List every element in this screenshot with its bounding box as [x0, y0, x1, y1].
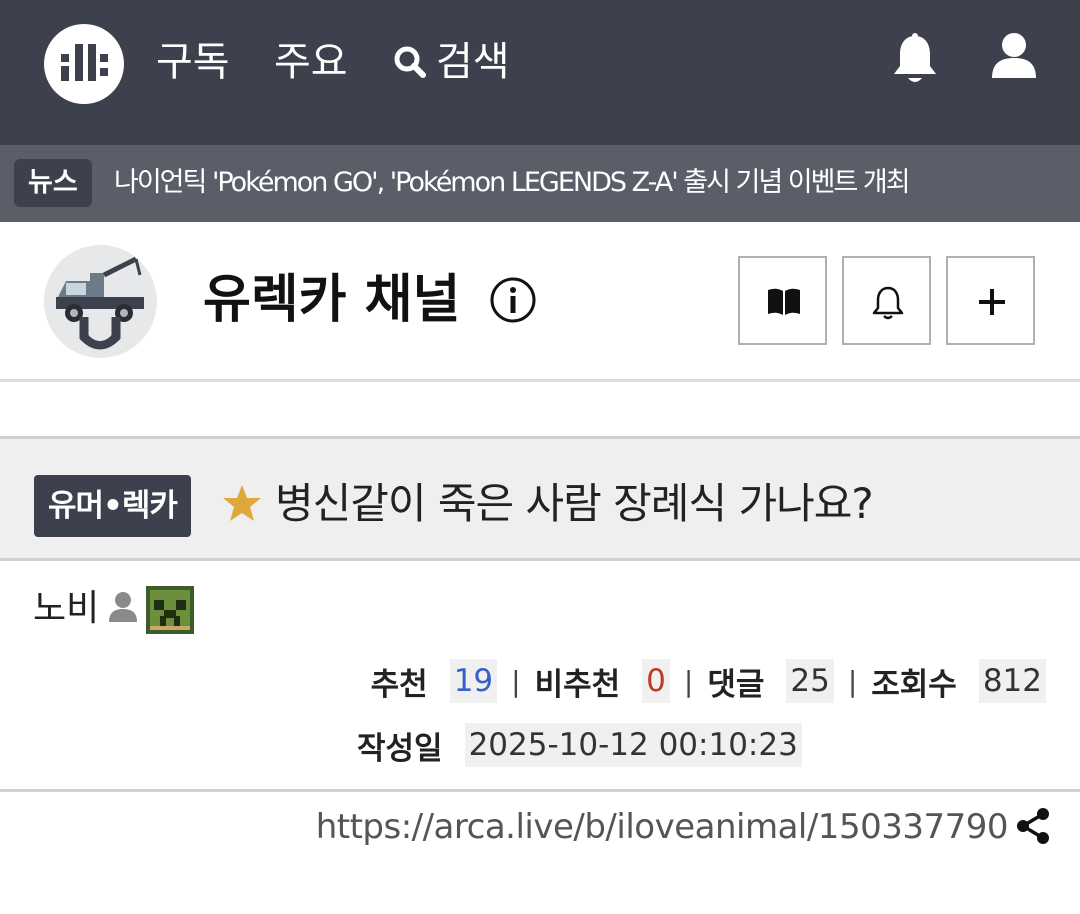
unrecommend-label: 비추천: [534, 666, 621, 703]
stat-separator: |: [683, 664, 694, 698]
info-icon[interactable]: [489, 276, 537, 324]
book-icon: [768, 288, 800, 315]
post-title: 병신같이 죽은 사람 장례식 가나요?: [275, 479, 874, 528]
comments-label: 댓글: [707, 666, 765, 703]
channel-avatar[interactable]: [44, 245, 157, 358]
news-headline[interactable]: 나이언틱 'Pokémon GO', 'Pokémon LEGENDS Z-A'…: [114, 159, 1064, 207]
news-badge: 뉴스: [14, 159, 92, 207]
recommend-count: 19: [449, 659, 498, 703]
views-count: 812: [978, 659, 1046, 703]
channel-name[interactable]: 유렉카 채널: [203, 268, 460, 332]
plus-icon: [979, 289, 1005, 315]
bell-icon[interactable]: [890, 32, 940, 86]
nav-main[interactable]: 주요: [274, 36, 348, 88]
share-icon[interactable]: [1014, 806, 1052, 846]
category-badge[interactable]: 유머•렉카: [34, 475, 191, 537]
top-navigation: 구독 주요 검색: [0, 0, 1080, 145]
nav-search[interactable]: 검색: [390, 36, 510, 88]
site-logo-icon[interactable]: [44, 24, 124, 104]
search-icon: [394, 46, 426, 78]
post-title-bar: 유머•렉카 병신같이 죽은 사람 장례식 가나요?: [0, 436, 1080, 561]
channel-info-button[interactable]: [738, 256, 827, 345]
stat-separator: |: [847, 664, 858, 698]
user-icon[interactable]: [988, 30, 1040, 82]
author-avatar-icon[interactable]: [146, 586, 194, 634]
divider: [0, 789, 1080, 792]
author-name[interactable]: 노비: [33, 586, 99, 632]
unrecommend-count: 0: [642, 659, 670, 703]
post-date: 2025-10-12 00:10:23: [464, 723, 802, 767]
nav-search-label: 검색: [436, 39, 510, 85]
post-date-row: 작성일 2025-10-12 00:10:23: [357, 722, 802, 768]
recommend-label: 추천: [370, 666, 428, 703]
star-icon: [223, 485, 261, 521]
post-url[interactable]: https://arca.live/b/iloveanimal/15033779…: [316, 804, 1009, 850]
channel-subscribe-button[interactable]: [946, 256, 1035, 345]
news-bar: 뉴스 나이언틱 'Pokémon GO', 'Pokémon LEGENDS Z…: [0, 145, 1080, 222]
stat-separator: |: [511, 664, 521, 698]
comments-count: 25: [786, 659, 834, 703]
nav-subscribe[interactable]: 구독: [156, 36, 230, 88]
date-label: 작성일: [357, 730, 443, 767]
views-label: 조회수: [871, 666, 957, 703]
post-stats: 추천 19 | 비추천 0 | 댓글 25 | 조회수 812: [371, 658, 1046, 704]
bell-outline-icon: [872, 286, 904, 320]
channel-notify-button[interactable]: [842, 256, 931, 345]
divider: [0, 379, 1080, 382]
person-icon: [109, 592, 137, 622]
